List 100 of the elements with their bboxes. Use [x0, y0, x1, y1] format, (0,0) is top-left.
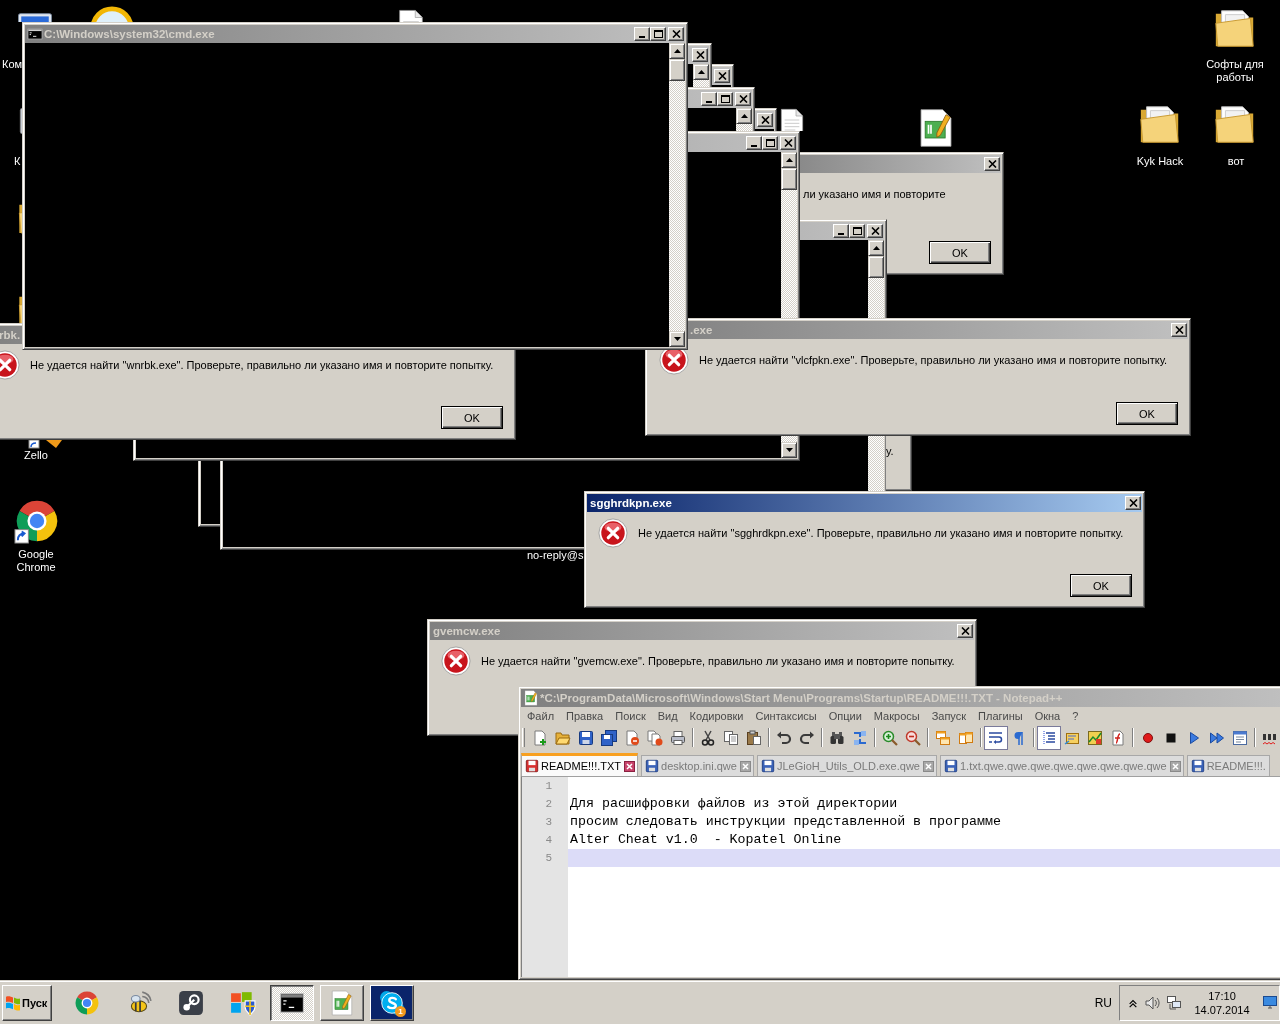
menu-item[interactable]: Синтаксисы: [749, 710, 823, 722]
speaker-icon[interactable]: [1144, 994, 1160, 1011]
chevron-up-icon[interactable]: [1128, 997, 1138, 1008]
icon-label: вот: [1226, 155, 1246, 168]
close-button[interactable]: [757, 113, 773, 127]
scroll-up-button[interactable]: [736, 108, 752, 124]
scroll-thumb[interactable]: [781, 168, 797, 190]
app-icon[interactable]: [28, 440, 62, 449]
menu-item[interactable]: Вид: [651, 710, 684, 722]
scroll-up-button[interactable]: [781, 152, 797, 168]
close-icon: [783, 139, 793, 147]
minimize-button[interactable]: [701, 92, 717, 106]
maximize-icon: [720, 95, 730, 103]
menu-item[interactable]: Запуск: [925, 710, 973, 722]
maximize-button[interactable]: [849, 224, 865, 238]
scroll-down-button[interactable]: [781, 442, 797, 458]
monitor-icon[interactable]: [1262, 994, 1278, 1011]
close-button[interactable]: [867, 224, 883, 238]
menu-item[interactable]: ?: [1066, 710, 1085, 722]
binoculars-icon[interactable]: [829, 729, 845, 746]
zoom-in-icon[interactable]: [882, 729, 898, 746]
error-icon: [441, 646, 471, 676]
file-tab[interactable]: README!!!.: [1186, 755, 1270, 776]
minimize-button[interactable]: [634, 27, 650, 41]
close-button[interactable]: [692, 48, 708, 62]
up-arrow-icon: [673, 49, 681, 53]
ok-button[interactable]: OK: [1070, 574, 1132, 597]
language-indicator[interactable]: RU: [1094, 995, 1112, 1010]
word-wrap-toggle[interactable]: [984, 725, 1008, 750]
piston-logo-icon[interactable]: [178, 989, 204, 1016]
flag-shield-icon[interactable]: [230, 989, 256, 1016]
ok-button[interactable]: OK: [1116, 402, 1178, 425]
clock-time[interactable]: 17:10: [1208, 988, 1236, 1003]
indent-guide-toggle[interactable]: [1037, 725, 1061, 750]
close-button[interactable]: [714, 69, 730, 83]
file-tab[interactable]: README!!!.TXT: [521, 753, 639, 776]
scroll-up-button[interactable]: [669, 43, 685, 59]
save-macro-icon[interactable]: [1232, 729, 1248, 746]
map-icon[interactable]: [1087, 729, 1103, 746]
copy-icon[interactable]: [723, 729, 739, 746]
file-tab[interactable]: JLeGioH_Utils_OLD.exe.qwe: [756, 755, 937, 776]
close-button[interactable]: [780, 136, 796, 150]
maximize-button[interactable]: [650, 27, 666, 41]
minimize-button[interactable]: [833, 224, 849, 238]
close-icon: [987, 160, 997, 168]
close-button[interactable]: [984, 157, 1000, 171]
menu-item[interactable]: Плагины: [972, 710, 1029, 722]
replace-icon[interactable]: [852, 729, 868, 746]
email-text: no-reply@s: [527, 549, 584, 562]
browser-icon[interactable]: [14, 498, 60, 544]
taskbar-button[interactable]: [270, 984, 314, 1021]
maximize-button[interactable]: [717, 92, 733, 106]
close-button[interactable]: [668, 27, 684, 41]
file-tab[interactable]: 1.txt.qwe.qwe.qwe.qwe.qwe.qwe.qwe.qwe: [939, 755, 1184, 776]
scroll-down-button[interactable]: [669, 331, 685, 347]
minimize-button[interactable]: [746, 136, 762, 150]
close-icon[interactable]: [624, 760, 636, 772]
sync-scroll-vertical-icon[interactable]: [935, 729, 951, 746]
close-file-icon[interactable]: [624, 729, 640, 746]
scrollbar[interactable]: [669, 43, 685, 347]
start-button[interactable]: Пуск: [2, 984, 52, 1021]
menu-item[interactable]: Макросы: [867, 710, 926, 722]
sync-scroll-horizontal-icon[interactable]: [958, 729, 974, 746]
zoom-out-icon[interactable]: [905, 729, 921, 746]
scroll-up-button[interactable]: [868, 240, 884, 256]
menu-item[interactable]: Опции: [822, 710, 868, 722]
close-files-icon[interactable]: [647, 729, 663, 746]
close-button[interactable]: [957, 624, 973, 638]
open-folder-icon[interactable]: [555, 729, 571, 746]
redo-icon[interactable]: [799, 729, 815, 746]
floppy-disks-icon[interactable]: [601, 729, 617, 746]
scroll-thumb[interactable]: [669, 59, 685, 81]
menu-item[interactable]: Кодировки: [683, 710, 750, 722]
undo-icon[interactable]: [776, 729, 792, 746]
menu-item[interactable]: Окна: [1028, 710, 1067, 722]
ok-button[interactable]: OK: [929, 241, 991, 264]
close-button[interactable]: [735, 92, 751, 106]
clipboard-icon[interactable]: [746, 729, 762, 746]
ok-button[interactable]: OK: [441, 406, 503, 429]
menu-item[interactable]: Правка: [560, 710, 610, 722]
text-area[interactable]: Для расшифровки файлов из этой директории просим следовать инструкции представленной в программе Alter Cheat v1.0 - Kopatel Online: [568, 777, 1280, 977]
error-message: у.: [886, 444, 895, 458]
menu-item[interactable]: Поиск: [609, 710, 652, 722]
network-icon[interactable]: [1166, 994, 1182, 1011]
printer-icon[interactable]: [670, 729, 686, 746]
new-file-icon[interactable]: [532, 729, 548, 746]
scroll-up-button[interactable]: [693, 64, 709, 80]
close-button[interactable]: [1171, 323, 1187, 337]
maximize-button[interactable]: [762, 136, 778, 150]
ring-icon[interactable]: [89, 5, 135, 22]
error-icon: [598, 518, 628, 548]
clock-date[interactable]: 14.07.2014: [1194, 1002, 1250, 1017]
function-list-icon[interactable]: [1110, 729, 1126, 746]
scroll-thumb[interactable]: [868, 256, 884, 278]
close-button[interactable]: [1125, 496, 1141, 510]
menu-item[interactable]: Файл: [521, 710, 561, 722]
scissors-icon[interactable]: [700, 729, 716, 746]
file-tab[interactable]: desktop.ini.qwe: [641, 755, 754, 776]
fast-forward-icon[interactable]: [1209, 729, 1225, 746]
close-icon: [960, 627, 970, 635]
